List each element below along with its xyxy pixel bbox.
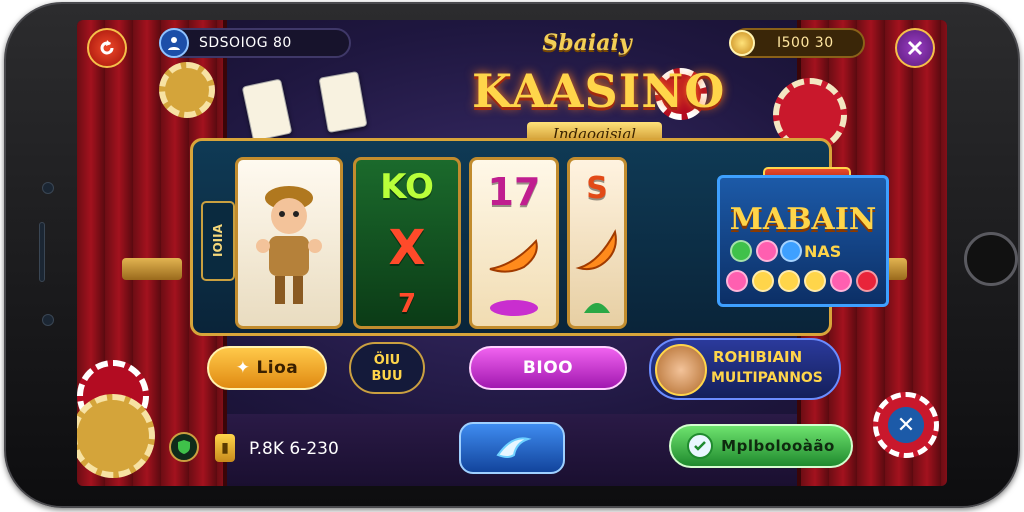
- gem-icon: [856, 270, 878, 292]
- back-button[interactable]: [87, 28, 127, 68]
- bonus-button[interactable]: ✦ Lioa: [207, 346, 327, 390]
- x-chip-icon: ✕: [896, 412, 916, 438]
- star-icon: ✦: [235, 358, 251, 378]
- coin-icon: [729, 30, 755, 56]
- playing-card: [241, 78, 293, 142]
- shield-icon: [169, 432, 199, 462]
- promo-character-icon: [655, 344, 707, 396]
- settings-chip-button[interactable]: ✕: [873, 392, 939, 458]
- playing-card: [318, 70, 368, 134]
- spin-swoosh-icon: [496, 437, 532, 458]
- explorer-character-icon: [256, 186, 322, 304]
- reel-1: [235, 157, 343, 329]
- home-button[interactable]: [964, 232, 1018, 286]
- gem-icon: [830, 270, 852, 292]
- gem-icon: [778, 270, 800, 292]
- round-badge[interactable]: ÖIU BUU: [349, 342, 425, 394]
- decor-chip: [159, 62, 215, 118]
- play-button[interactable]: BIOO: [469, 346, 627, 390]
- curtain-tie-left: [122, 258, 182, 280]
- promo-line-2: MULTIPANNOS: [711, 370, 823, 386]
- promo-line-1: ROHIBIAIN: [713, 348, 803, 366]
- bonus-subtitle: NAS: [804, 242, 842, 261]
- coin-balance-pill: I500 30: [729, 28, 865, 58]
- side-label: IOIIA: [201, 201, 235, 281]
- leaf-icon: [584, 302, 610, 313]
- bet-text: P.8K 6-230: [249, 439, 339, 459]
- banana-icon: [489, 238, 538, 273]
- back-arrow-icon: [100, 40, 114, 55]
- shield-check-icon: [687, 433, 714, 459]
- coin-stack-icon: ▮: [215, 434, 235, 462]
- bonus-panel: MABAIN NAS: [717, 175, 889, 307]
- bonus-button-label: Lioa: [256, 358, 299, 378]
- game-screen: SDSOIOG 80 I500 30 Sbaiaiy KAASINO Indao…: [77, 20, 947, 486]
- collect-label: Mplbolooàão: [721, 437, 835, 455]
- gem-icon: [780, 240, 802, 262]
- spin-button[interactable]: [459, 422, 565, 474]
- reel-symbol-ko: KO: [380, 166, 434, 207]
- reel-3: 17: [469, 157, 559, 329]
- speaker-slot: [39, 222, 45, 282]
- collect-button[interactable]: Mplbolooàão: [669, 424, 853, 468]
- game-title: KAASINO: [472, 64, 726, 118]
- fruit-icon: [490, 299, 538, 316]
- promo-banner[interactable]: ROHIBIAIN MULTIPANNOS: [649, 338, 841, 400]
- coin-balance: I500 30: [777, 35, 834, 51]
- reel-symbol-7: 7: [397, 289, 417, 320]
- player-balance: SDSOIOG 80: [199, 35, 292, 51]
- user-badge-icon: [159, 28, 189, 58]
- slot-machine: IOIIA KO X 7 17 S PAAALF: [190, 138, 889, 336]
- banana-icon: [575, 229, 617, 271]
- camera-icon: [42, 182, 54, 194]
- bonus-title: MABAIN: [729, 202, 877, 237]
- reel-4: S: [567, 157, 627, 329]
- close-x-icon: [907, 40, 923, 56]
- gem-icon: [752, 270, 774, 292]
- sensor-icon: [42, 314, 54, 326]
- close-button[interactable]: [895, 28, 935, 68]
- reel-symbol-x: X: [388, 219, 426, 276]
- gem-icon: [756, 240, 778, 262]
- gem-icon: [730, 240, 752, 262]
- player-balance-pill: SDSOIOG 80: [159, 28, 351, 58]
- reel-2: KO X 7: [353, 157, 461, 329]
- title-script: Sbaiaiy: [542, 30, 632, 56]
- reel-symbol-s: S: [586, 171, 608, 207]
- gem-icon: [804, 270, 826, 292]
- gem-icon: [726, 270, 748, 292]
- reel-symbol-17: 17: [487, 170, 541, 215]
